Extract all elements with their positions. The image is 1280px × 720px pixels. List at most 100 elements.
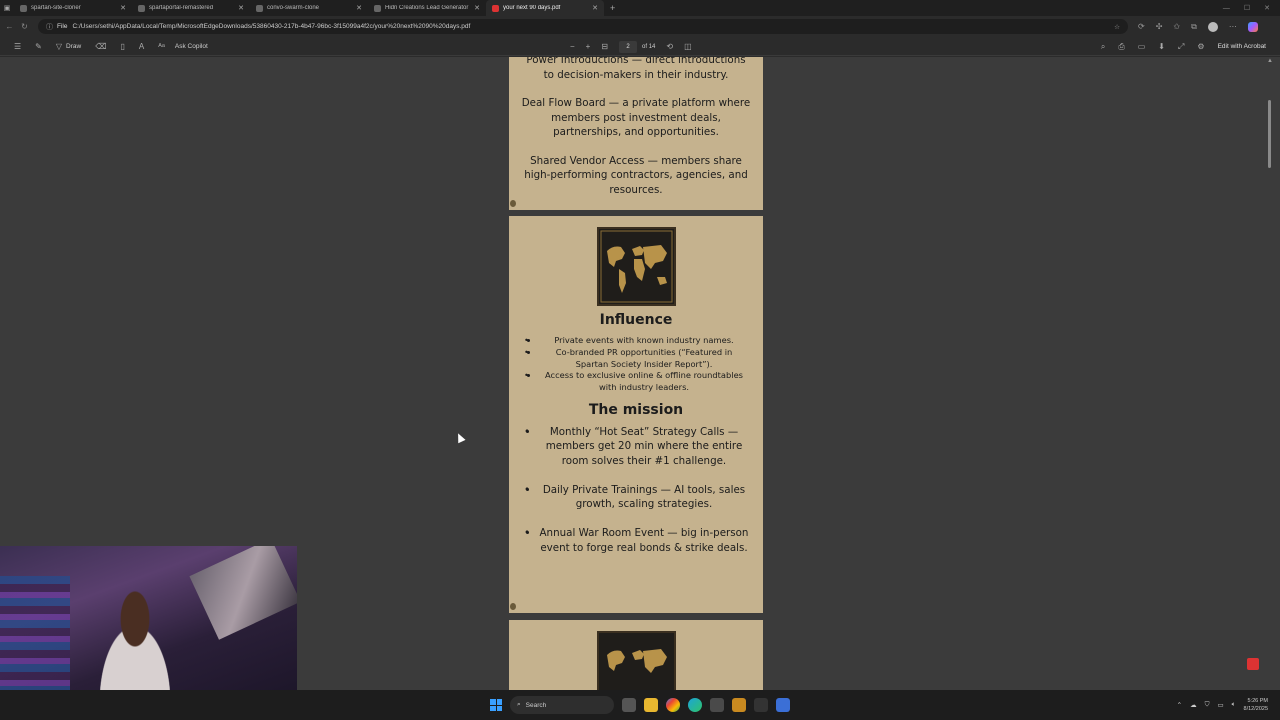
edge-icon[interactable]	[688, 698, 702, 712]
refresh-icon[interactable]: ↻	[19, 22, 30, 31]
taskbar-search-box[interactable]: ⌕ Search	[510, 696, 614, 714]
fullscreen-icon[interactable]: ⤢	[1178, 42, 1184, 52]
pdf-toolbar: ☰ ✎ ▽ Draw ⌫ ▯ A ᴬᵃ Ask Copilot − + ⊟ 2 …	[0, 37, 1280, 56]
browser-tab-bar: ▣ spartan-site-cloner ✕ spartaportal-rem…	[0, 0, 1280, 16]
save-as-icon[interactable]: ⬇	[1158, 42, 1165, 51]
page-view-icon[interactable]: ◫	[684, 42, 692, 51]
app-window-icon[interactable]	[776, 698, 790, 712]
tab-convo-swarm-clone[interactable]: convo-swarm-clone ✕	[250, 0, 368, 16]
search-icon[interactable]: ⌕	[1101, 42, 1105, 52]
more-menu-icon[interactable]: ⋯	[1229, 22, 1237, 31]
mission-list: Monthly “Hot Seat” Strategy Calls — memb…	[509, 425, 763, 556]
collections-icon[interactable]: ⧉	[1191, 22, 1197, 32]
highlight-icon[interactable]: ✎	[35, 42, 42, 51]
profile-avatar-icon[interactable]	[1207, 21, 1218, 32]
list-item: Private events with known industry names…	[524, 335, 749, 347]
volume-icon[interactable]: 🔈︎	[1232, 701, 1236, 709]
scroll-up-arrow-icon[interactable]: ▲	[1267, 58, 1273, 64]
list-item: Annual War Room Event — big in-person ev…	[524, 526, 749, 555]
page-text-shared-vendor-access: Shared Vendor Access — members share hig…	[524, 154, 748, 196]
draw-icon[interactable]: ▽	[56, 42, 62, 51]
app-icon[interactable]	[732, 698, 746, 712]
print-icon[interactable]: ⎙	[1118, 42, 1124, 52]
page-count-label: of 14	[642, 43, 656, 50]
rotate-icon[interactable]: ⟲	[666, 42, 673, 51]
back-arrow-icon[interactable]: ←	[4, 22, 15, 31]
erase-icon[interactable]: ⌫	[95, 42, 106, 51]
acrobat-icon[interactable]	[1247, 658, 1259, 670]
close-window-icon[interactable]: ✕	[1264, 4, 1270, 12]
scrollbar-thumb[interactable]	[1268, 100, 1271, 168]
windows-start-icon[interactable]	[490, 699, 502, 711]
influence-list: Private events with known industry names…	[509, 335, 763, 394]
settings-gear-icon[interactable]: ⚙	[1197, 42, 1204, 51]
list-item: Access to exclusive online & offline rou…	[524, 370, 749, 394]
maximize-icon[interactable]: ☐	[1244, 4, 1250, 12]
heading-influence: Influence	[599, 312, 673, 328]
page-corner-mark	[510, 200, 516, 207]
view-mode-icon[interactable]: ▯	[121, 42, 125, 51]
tab-lead-generator[interactable]: Hidn Creations Lead Generator ✕	[368, 0, 486, 16]
task-view-icon[interactable]	[622, 698, 636, 712]
world-map-image	[596, 227, 676, 306]
close-tab-icon[interactable]: ✕	[592, 4, 598, 12]
minimize-icon[interactable]: —	[1223, 5, 1230, 12]
chrome-icon[interactable]	[666, 698, 680, 712]
tray-overflow-icon[interactable]: ⌃	[1177, 701, 1182, 709]
edit-with-acrobat-button[interactable]: Edit with Acrobat	[1218, 43, 1266, 50]
tab-spartan-site-cloner[interactable]: spartan-site-cloner ✕	[14, 0, 132, 16]
extension-icon[interactable]: ⟳	[1138, 22, 1145, 31]
zoom-out-icon[interactable]: −	[570, 42, 575, 51]
tab-title: your next 90 days.pdf	[503, 5, 561, 11]
webcam-background-shelf	[0, 576, 70, 696]
close-tab-icon[interactable]: ✕	[238, 4, 244, 12]
pdf-page-3	[509, 620, 763, 690]
tab-pdf-active[interactable]: your next 90 days.pdf ✕	[486, 0, 604, 16]
tab-favicon-icon	[138, 4, 145, 12]
zoom-in-icon[interactable]: +	[586, 42, 591, 51]
ask-copilot-button[interactable]: Ask Copilot	[175, 43, 208, 50]
tab-favicon-icon	[20, 4, 27, 12]
file-explorer-icon[interactable]	[644, 698, 658, 712]
shield-icon[interactable]: ⛉	[1205, 701, 1210, 709]
page-text-power-introductions: Power Introductions — direct introductio…	[526, 57, 746, 81]
contents-menu-icon[interactable]: ☰	[14, 42, 21, 51]
tab-spartaportal-remastered[interactable]: spartaportal-remastered ✕	[132, 0, 250, 16]
url-text[interactable]: C:/Users/sethi/AppData/Local/Temp/Micros…	[72, 23, 470, 30]
store-icon[interactable]	[710, 698, 724, 712]
search-icon: ⌕	[517, 701, 521, 708]
fit-page-icon[interactable]: ⊟	[601, 42, 608, 51]
extensions-puzzle-icon[interactable]: ✣	[1156, 22, 1163, 31]
terminal-icon[interactable]	[754, 698, 768, 712]
list-item: Daily Private Trainings — AI tools, sale…	[524, 483, 749, 512]
favorite-star-icon[interactable]: ☆	[1114, 23, 1120, 31]
address-bar[interactable]: ⓘ File C:/Users/sethi/AppData/Local/Temp…	[38, 19, 1128, 34]
read-aloud-icon[interactable]: A	[139, 42, 144, 51]
taskbar-clock[interactable]: 5:26 PM 8/12/2025	[1244, 697, 1268, 713]
scrollbar[interactable]: ▲	[1267, 58, 1273, 682]
save-icon[interactable]: ▭	[1138, 42, 1146, 51]
close-tab-icon[interactable]: ✕	[474, 4, 480, 12]
cloud-icon[interactable]: ☁	[1190, 701, 1197, 709]
draw-label[interactable]: Draw	[66, 43, 81, 50]
pdf-page-controls: − + ⊟ 2 of 14 ⟲ ◫	[570, 37, 692, 56]
pdf-toolbar-right: ⌕ ⎙ ▭ ⬇ ⤢ ⚙ Edit with Acrobat	[1101, 37, 1266, 56]
page-number-input[interactable]: 2	[619, 40, 638, 53]
info-icon[interactable]: ⓘ	[46, 22, 53, 32]
close-tab-icon[interactable]: ✕	[356, 4, 362, 12]
pdf-favicon-icon	[492, 4, 499, 12]
tab-actions-icon[interactable]: ▣	[0, 0, 14, 16]
tab-title: spartaportal-remastered	[149, 5, 214, 11]
new-tab-button[interactable]: +	[604, 3, 621, 13]
page-text-deal-flow-board: Deal Flow Board — a private platform whe…	[521, 97, 751, 138]
network-icon[interactable]: ▭	[1217, 701, 1223, 709]
browser-toolbar-icons: ⟳ ✣ ✩ ⧉ ⋯	[1138, 21, 1258, 32]
close-tab-icon[interactable]: ✕	[120, 4, 126, 12]
system-tray: ⌃ ☁ ⛉ ▭ 🔈︎ 5:26 PM 8/12/2025	[1177, 690, 1268, 720]
address-bar-row: ← ↻ ⓘ File C:/Users/sethi/AppData/Local/…	[0, 16, 1280, 37]
copilot-icon[interactable]	[1247, 21, 1258, 32]
tab-title: Hidn Creations Lead Generator	[385, 5, 469, 11]
window-controls: — ☐ ✕	[1223, 0, 1280, 16]
favorites-icon[interactable]: ✩	[1173, 22, 1180, 31]
translate-icon[interactable]: ᴬᵃ	[158, 42, 165, 51]
